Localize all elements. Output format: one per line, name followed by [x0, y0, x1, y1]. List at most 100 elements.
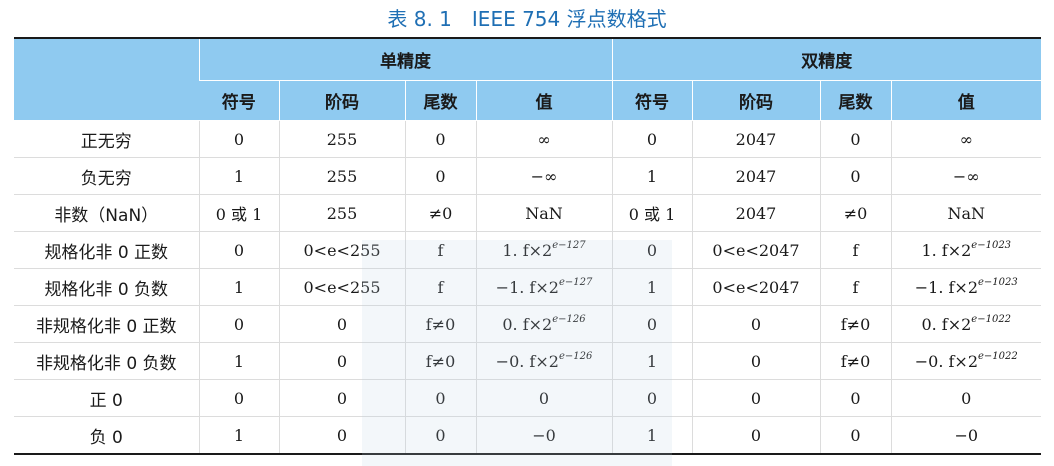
- single-fraction-header: 尾数: [404, 80, 476, 121]
- single-value-cell: NaN: [475, 194, 612, 232]
- cell-text: 255: [326, 166, 358, 186]
- single-sign-cell: 0 或 1: [198, 194, 279, 232]
- double-value-cell: −0: [890, 416, 1041, 454]
- single-exponent-cell: 255: [278, 120, 405, 158]
- single-exponent-cell: 255: [278, 194, 405, 232]
- cell-text: ∞: [537, 129, 551, 149]
- cell-text: NaN: [947, 203, 986, 223]
- double-exponent-cell: 0: [691, 305, 820, 343]
- double-fraction-cell: f: [819, 231, 891, 269]
- single-sign-cell: 1: [198, 342, 279, 380]
- watermark-shape: [362, 240, 672, 466]
- double-exponent-cell: 2047: [691, 120, 820, 158]
- double-value-header: 值: [890, 80, 1041, 121]
- cell-text: 0: [336, 388, 348, 408]
- cell-text: 0: [750, 314, 762, 334]
- single-exponent-header: 阶码: [278, 80, 405, 121]
- double-sign-header: 符号: [611, 80, 692, 121]
- double-value-cell: −∞: [890, 157, 1041, 195]
- double-fraction-cell: 0: [819, 379, 891, 417]
- single-fraction-cell: ≠0: [404, 194, 476, 232]
- row-label: 负无穷: [14, 157, 199, 195]
- cell-text: 1: [646, 166, 658, 186]
- double-fraction-cell: f≠0: [819, 305, 891, 343]
- cell-text: −0. f×2: [914, 352, 978, 371]
- cell-text: 0: [961, 388, 972, 408]
- double-value-cell: 1. f×2e−1023: [890, 231, 1041, 269]
- cell-text: 0: [233, 240, 245, 260]
- table-row: 负无穷 1 255 0 −∞ 1 2047 0 −∞: [14, 157, 1041, 195]
- cell-text: 0 或 1: [215, 205, 263, 224]
- row-label: 非数（NaN）: [14, 194, 199, 232]
- single-sign-cell: 1: [198, 157, 279, 195]
- single-sign-cell: 0: [198, 120, 279, 158]
- double-value-cell: 0. f×2e−1022: [890, 305, 1041, 343]
- single-fraction-cell: 0: [404, 120, 476, 158]
- cell-text: 0. f×2: [921, 315, 972, 334]
- cell-text: ≠0: [428, 203, 453, 223]
- double-exponent-cell: 0<e<2047: [691, 268, 820, 306]
- single-fraction-cell: 0: [404, 157, 476, 195]
- table-row: 非数（NaN） 0 或 1 255 ≠0 NaN 0 或 1 2047 ≠0 NaN: [14, 194, 1041, 232]
- cell-text: 0<e<2047: [712, 240, 800, 260]
- row-label: 非规格化非 0 正数: [14, 305, 199, 343]
- exponent-superscript: e−1022: [971, 314, 1012, 325]
- double-exponent-cell: 2047: [691, 194, 820, 232]
- cell-text: f: [852, 277, 859, 297]
- corner-header-cell: [14, 38, 199, 121]
- table-row: 正无穷 0 255 0 ∞ 0 2047 0 ∞: [14, 120, 1041, 158]
- row-label: 负 0: [89, 427, 123, 448]
- cell-text: 0: [850, 129, 861, 149]
- cell-text: 0: [233, 129, 245, 149]
- single-sign-cell: 0: [198, 305, 279, 343]
- double-sign-cell: 0 或 1: [611, 194, 692, 232]
- single-sign-cell: 1: [198, 268, 279, 306]
- row-label: 规格化非 0 正数: [14, 231, 199, 269]
- double-fraction-header: 尾数: [819, 80, 891, 121]
- single-exponent-cell: 255: [278, 157, 405, 195]
- single-sign-cell: 1: [198, 416, 279, 454]
- row-label: 规格化非 0 负数: [14, 268, 199, 306]
- double-exponent-cell: 0: [691, 379, 820, 417]
- cell-text: 0: [336, 425, 348, 445]
- cell-text: 0: [435, 129, 446, 149]
- cell-text: −0: [954, 425, 979, 445]
- single-value-cell: −∞: [475, 157, 612, 195]
- cell-text: −∞: [952, 166, 980, 186]
- exponent-superscript: e−1023: [971, 240, 1012, 251]
- cell-text: 0: [750, 351, 762, 371]
- double-sign-cell: 1: [611, 157, 692, 195]
- cell-text: ≠0: [843, 203, 868, 223]
- double-value-cell: NaN: [890, 194, 1041, 232]
- cell-text: ∞: [959, 129, 973, 149]
- double-fraction-cell: 0: [819, 120, 891, 158]
- cell-text: 1: [233, 166, 245, 186]
- row-label: 正 0: [14, 379, 199, 417]
- cell-text: f≠0: [840, 351, 871, 371]
- row-label: 非规格化非 0 负数: [14, 342, 199, 380]
- single-sign-header: 符号: [199, 80, 279, 121]
- exponent-superscript: e−1022: [978, 351, 1018, 362]
- row-label: 正无穷: [14, 120, 199, 158]
- cell-text: 1: [233, 425, 245, 445]
- cell-text: 2047: [735, 203, 777, 223]
- cell-text: 0: [850, 166, 861, 186]
- double-exponent-header: 阶码: [691, 80, 820, 121]
- group-header-row: 单精度 双精度: [14, 38, 1041, 121]
- single-precision-header: 单精度: [198, 38, 612, 81]
- cell-text: 0: [750, 388, 762, 408]
- cell-text: 0: [336, 351, 348, 371]
- double-exponent-cell: 2047: [691, 157, 820, 195]
- cell-text: 0<e<2047: [712, 277, 800, 297]
- cell-text: −∞: [530, 166, 558, 186]
- double-fraction-cell: ≠0: [819, 194, 891, 232]
- double-fraction-cell: 0: [819, 416, 891, 454]
- cell-text: 0: [850, 425, 861, 445]
- double-fraction-cell: f≠0: [819, 342, 891, 380]
- double-value-cell: ∞: [890, 120, 1041, 158]
- double-exponent-cell: 0<e<2047: [691, 231, 820, 269]
- cell-text: 0: [435, 166, 446, 186]
- single-value-header: 值: [475, 80, 612, 121]
- cell-text: 1. f×2: [921, 241, 972, 260]
- exponent-superscript: e−1023: [978, 277, 1018, 288]
